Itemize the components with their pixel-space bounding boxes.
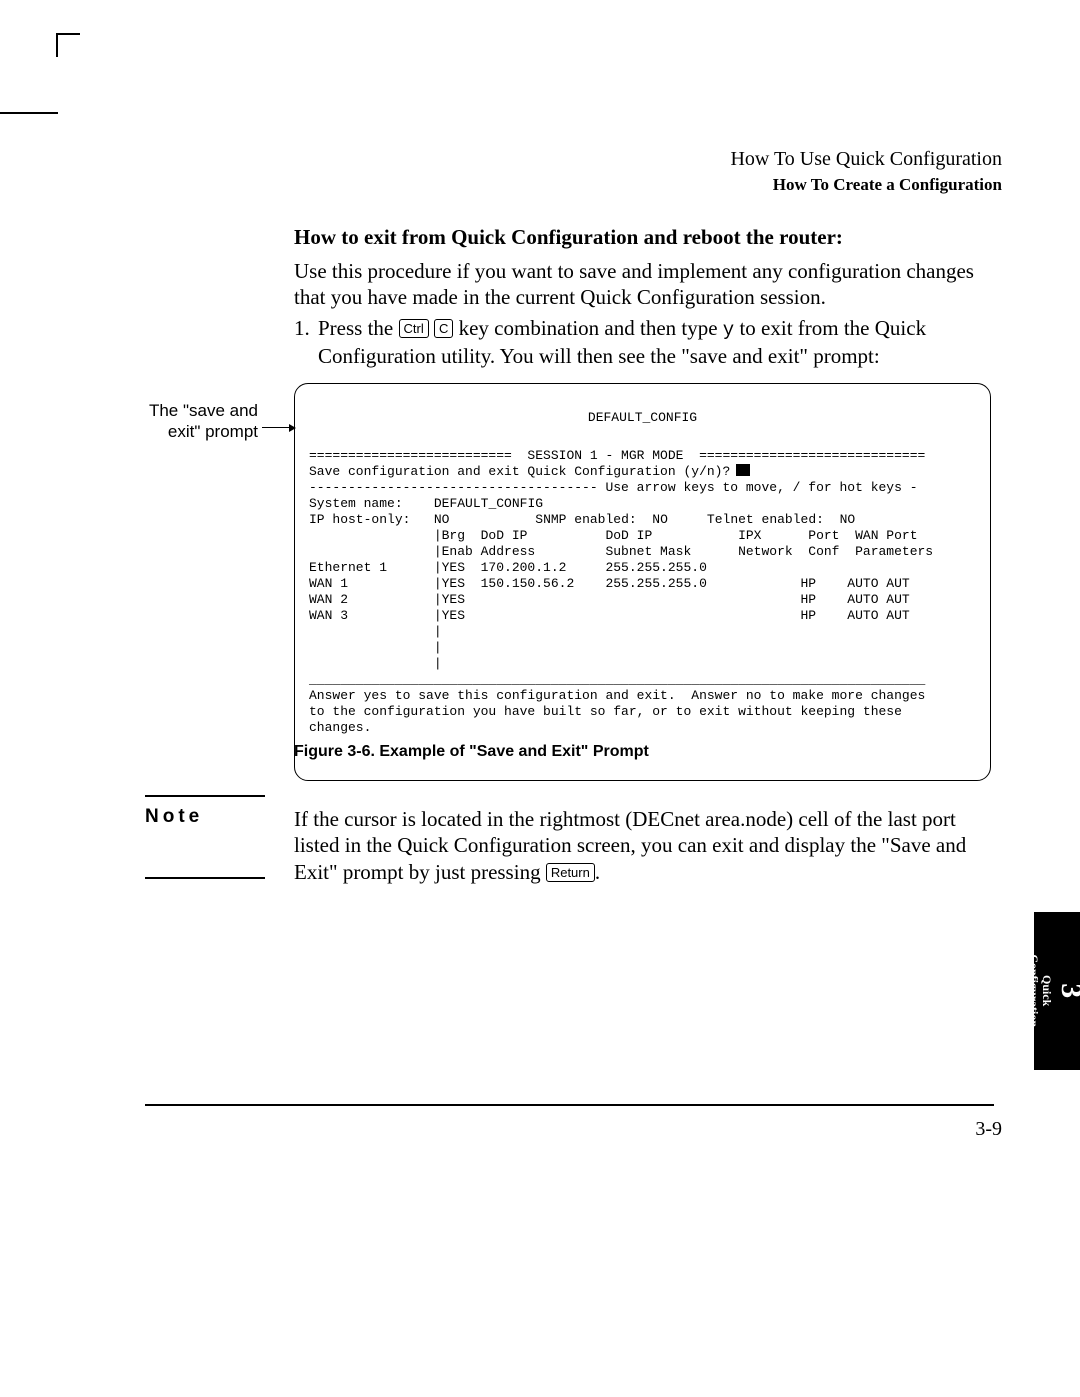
note-body: If the cursor is located in the rightmos… [294, 806, 994, 885]
ctrl-key-icon: Ctrl [399, 319, 429, 338]
chapter-title-line2: Configuration [1027, 955, 1041, 1028]
note-rule-top [145, 795, 265, 797]
section-heading: How to exit from Quick Configuration and… [294, 225, 843, 250]
arrow-right-icon [262, 427, 292, 428]
cursor-icon [736, 464, 750, 476]
table-row: | [309, 640, 442, 655]
note-rule-bottom [145, 877, 265, 879]
c-key-icon: C [434, 319, 453, 338]
figure-caption: Figure 3-6. Example of "Save and Exit" P… [294, 743, 649, 761]
snmp-value: NO [652, 512, 668, 527]
running-head-top: How To Use Quick Configuration [730, 148, 1002, 171]
snmp-label: SNMP enabled: [535, 512, 636, 527]
terminal-footer-1: Answer yes to save this configuration an… [309, 688, 925, 703]
terminal-footer-2: to the configuration you have built so f… [309, 704, 902, 719]
step-text-pre: Press the [318, 316, 399, 340]
running-head-sub: How To Create a Configuration [730, 175, 1002, 195]
page: How To Use Quick Configuration How To Cr… [0, 0, 1080, 1397]
terminal-prompt-line: Save configuration and exit Quick Config… [309, 464, 730, 479]
running-head: How To Use Quick Configuration How To Cr… [730, 148, 1002, 195]
table-row: WAN 1 |YES 150.150.56.2 255.255.255.0 HP… [309, 576, 910, 591]
iphost-value: NO [434, 512, 450, 527]
footer-rule [145, 1104, 994, 1106]
sysname-value: DEFAULT_CONFIG [434, 496, 543, 511]
note-text-post: . [595, 860, 600, 884]
literal-y: y [723, 319, 734, 341]
chapter-title-line1: Quick [1040, 975, 1054, 1006]
terminal-session-line: ========================== SESSION 1 - M… [309, 448, 925, 463]
chapter-thumb-tab: 3 Quick Configuration [1034, 912, 1080, 1070]
table-row: WAN 2 |YES HP AUTO AUT [309, 592, 910, 607]
note-text-pre: If the cursor is located in the rightmos… [294, 807, 966, 884]
table-header-2: |Enab Address Subnet Mask Network Conf P… [309, 544, 933, 559]
step-text-mid1: key combination and then type [453, 316, 722, 340]
telnet-label: Telnet enabled: [707, 512, 824, 527]
terminal-hint-line: ------------------------------------- Us… [309, 480, 918, 495]
terminal-title: DEFAULT_CONFIG [309, 410, 976, 426]
step-1: 1. Press the Ctrl C key combination and … [294, 315, 994, 370]
chapter-number: 3 [1055, 955, 1080, 1028]
intro-paragraph: Use this procedure if you want to save a… [294, 258, 994, 311]
return-key-icon: Return [546, 863, 595, 882]
table-row: Ethernet 1 |YES 170.200.1.2 255.255.255.… [309, 560, 707, 575]
step-number: 1. [294, 315, 318, 342]
table-row: | [309, 624, 442, 639]
telnet-value: NO [840, 512, 856, 527]
terminal-screenshot: DEFAULT_CONFIG =========================… [294, 383, 991, 781]
note-label: Note [145, 806, 203, 828]
table-row: | [309, 656, 442, 671]
table-header-1: |Brg DoD IP DoD IP IPX Port WAN Port [309, 528, 918, 543]
table-row: WAN 3 |YES HP AUTO AUT [309, 608, 910, 623]
iphost-label: IP host-only: [309, 512, 410, 527]
crop-mark-mid [0, 112, 58, 114]
sysname-label: System name: [309, 496, 403, 511]
terminal-footer-3: changes. [309, 720, 371, 735]
crop-mark-top [56, 33, 80, 57]
margin-callout: The "save and exit" prompt [148, 400, 258, 443]
terminal-divider: ________________________________________… [309, 672, 925, 687]
page-number: 3-9 [975, 1118, 1002, 1141]
